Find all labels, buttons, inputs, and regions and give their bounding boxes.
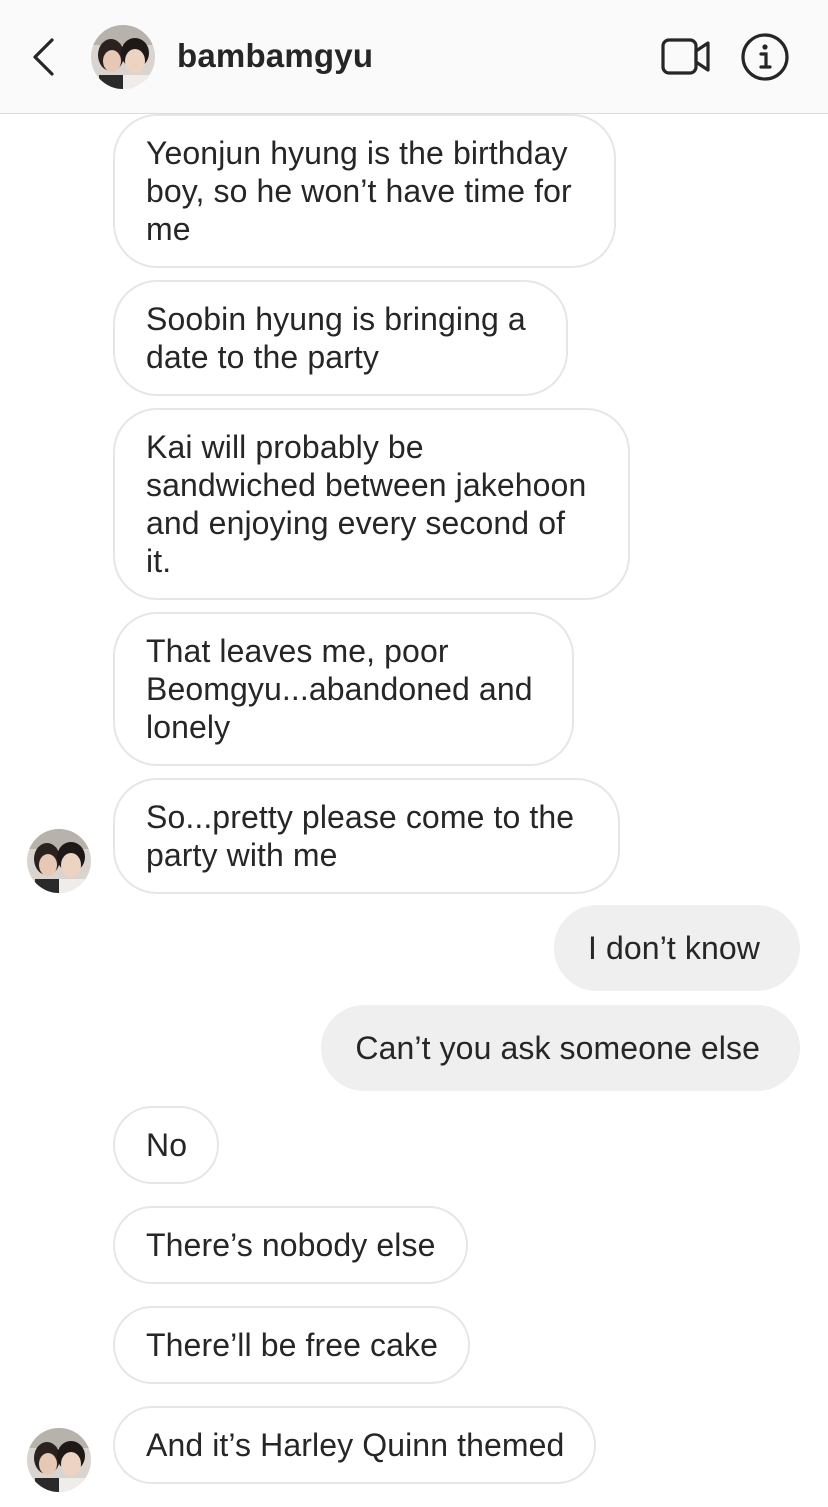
thread-header: bambamgyu bbox=[0, 0, 828, 114]
back-button[interactable] bbox=[26, 34, 66, 80]
message-bubble-outgoing[interactable]: I don’t know bbox=[554, 905, 800, 991]
info-icon bbox=[741, 33, 789, 81]
direct-message-thread: bambamgyu Yeonjun hyung is the birthday … bbox=[0, 0, 828, 1507]
video-call-button[interactable] bbox=[660, 36, 712, 78]
username-title[interactable]: bambamgyu bbox=[177, 36, 373, 76]
message-bubble-incoming[interactable]: That leaves me, poor Beomgyu...abandoned… bbox=[113, 612, 574, 766]
sender-avatar[interactable] bbox=[27, 829, 91, 893]
video-camera-icon bbox=[661, 38, 710, 75]
message-bubble-incoming[interactable]: So...pretty please come to the party wit… bbox=[113, 778, 620, 894]
message-bubble-incoming[interactable]: No bbox=[113, 1106, 220, 1184]
avatar[interactable] bbox=[91, 25, 155, 89]
message-bubble-incoming[interactable]: Soobin hyung is bringing a date to the p… bbox=[113, 280, 568, 396]
message-bubble-incoming[interactable]: There’s nobody else bbox=[113, 1206, 468, 1284]
message-bubble-outgoing[interactable]: Can’t you ask someone else bbox=[321, 1005, 800, 1091]
message-bubble-incoming[interactable]: Kai will probably be sandwiched between … bbox=[113, 408, 630, 600]
message-bubble-incoming[interactable]: And it’s Harley Quinn themed bbox=[113, 1406, 597, 1484]
info-button[interactable] bbox=[740, 32, 790, 82]
profile-photo bbox=[27, 829, 91, 893]
message-bubble-incoming[interactable]: There’ll be free cake bbox=[113, 1306, 471, 1384]
chevron-left-icon bbox=[33, 38, 54, 76]
sender-avatar[interactable] bbox=[27, 1428, 91, 1492]
profile-photo bbox=[27, 1428, 91, 1492]
profile-photo bbox=[91, 25, 155, 89]
message-bubble-incoming[interactable]: Yeonjun hyung is the birthday boy, so he… bbox=[113, 114, 616, 268]
